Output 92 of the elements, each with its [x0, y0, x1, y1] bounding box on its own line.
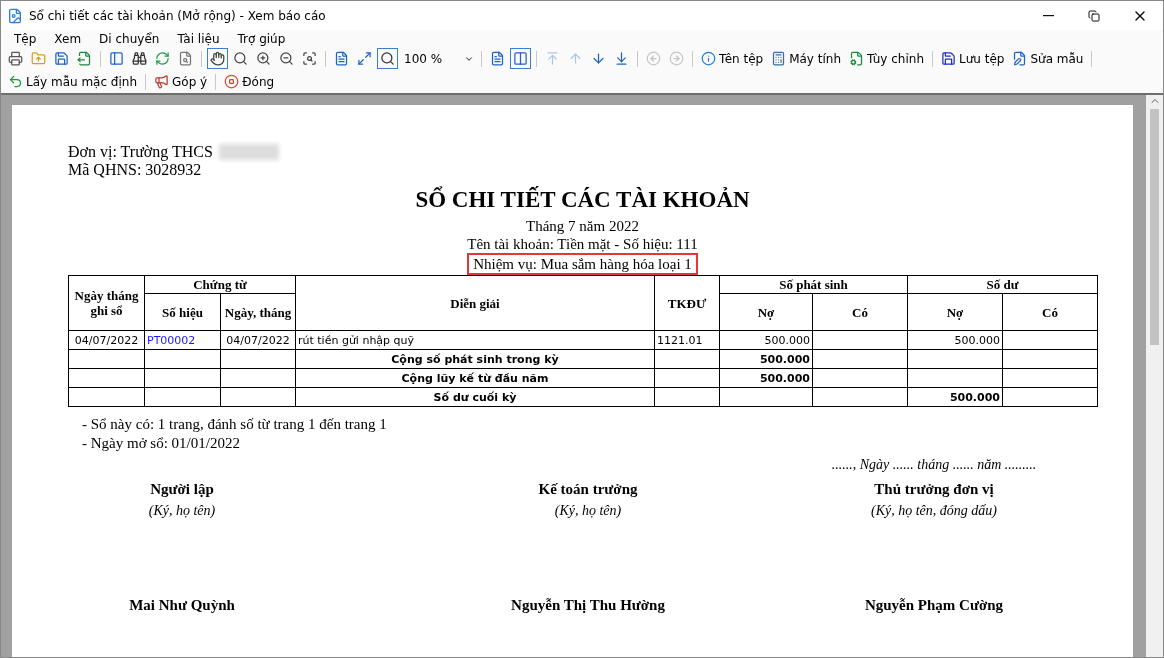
column-header: TKĐƯ — [654, 275, 720, 331]
toolbar-button[interactable]: Sửa mẫu — [1009, 48, 1087, 69]
megaphone-icon — [154, 74, 170, 89]
refresh-icon — [155, 51, 170, 66]
column-header: Số hiệu — [144, 293, 221, 331]
calculator-icon — [771, 51, 787, 66]
account-text: Tên tài khoản: Tiền mặt - Số hiệu: 111 — [467, 236, 698, 252]
toolbar-button[interactable]: Đóng — [221, 71, 278, 92]
date-line: ......, Ngày ...... tháng ...... năm ......... — [831, 457, 1037, 472]
note-text: - Sổ này có: 1 trang, đánh số từ trang 1 đến trang 1 — [82, 416, 387, 432]
column-header: Số phát sinh — [719, 275, 908, 294]
unit-text: Đơn vị: Trường THCS — [68, 143, 213, 161]
export-icon — [77, 51, 92, 66]
single-page-icon — [490, 51, 505, 66]
table-cell: 500.000 — [719, 368, 813, 388]
back-icon — [646, 51, 661, 66]
column-header: Nợ — [907, 293, 1003, 331]
column-header: Diễn giải — [295, 275, 655, 331]
table-cell: rút tiền gửi nhập quỹ — [295, 330, 655, 350]
toolbar-button[interactable]: Máy tính — [768, 48, 845, 69]
menu-item[interactable]: Di chuyển — [90, 31, 169, 46]
stop-icon — [224, 74, 240, 89]
voucher-link[interactable]: PT00002 — [144, 330, 221, 350]
toolbar-button[interactable]: Lưu tệp — [938, 48, 1008, 69]
blurred-text — [218, 144, 279, 160]
menu-item[interactable]: Trợ giúp — [228, 31, 295, 46]
menu-item[interactable]: Xem — [45, 31, 91, 46]
period-text: Tháng 7 năm 2022 — [526, 218, 639, 234]
restore-icon — [1088, 9, 1100, 22]
toolbar-button[interactable]: Góp ý — [151, 71, 211, 92]
column-header: Số dư — [907, 275, 1098, 294]
document-search-icon — [178, 51, 193, 66]
signature-hint: (Ký, họ tên, đóng dấu) — [871, 502, 997, 520]
table-cell: 500.000 — [907, 387, 1003, 407]
budget-code-text: Mã QHNS: 3028932 — [68, 161, 202, 179]
info-icon — [701, 51, 716, 66]
column-header: Nợ — [719, 293, 813, 331]
table-cell: 04/07/2022 — [220, 330, 296, 350]
table-cell: Số dư cuối kỳ — [295, 387, 655, 407]
undo-icon — [8, 74, 23, 89]
signer-role: Thủ trưởng đơn vị — [874, 480, 994, 499]
note-text: - Ngày mở sổ: 01/01/2022 — [82, 435, 240, 451]
toolbar-button[interactable]: Lấy mẫu mặc định — [5, 71, 141, 92]
down-arrow-icon — [591, 51, 606, 66]
report-title: SỔ CHI TIẾT CÁC TÀI KHOẢN — [415, 187, 750, 212]
column-header: Có — [1002, 293, 1098, 331]
toolbar-button[interactable]: Tên tệp — [698, 48, 767, 69]
printer-icon — [8, 51, 23, 66]
minimize-icon — [1042, 14, 1054, 17]
save-icon — [54, 51, 69, 66]
zoom-area-icon — [302, 51, 317, 66]
window-title: Sổ chi tiết các tài khoản (Mở rộng) - Xem báo cáo — [29, 8, 327, 23]
scrollbar[interactable] — [1146, 95, 1163, 657]
signer-name: Nguyễn Phạm Cường — [864, 597, 1004, 614]
table-cell: 500.000 — [907, 330, 1003, 350]
document-settings-icon — [849, 51, 865, 66]
signer-name: Mai Như Quỳnh — [129, 597, 235, 614]
task-text: Nhiệm vụ: Mua sắm hàng hóa loại 1 — [467, 253, 698, 275]
menu-item[interactable]: Tệp — [5, 31, 46, 46]
last-page-icon — [614, 51, 629, 66]
hand-icon — [210, 51, 225, 66]
toolbar-button[interactable]: Tùy chỉnh — [846, 48, 927, 69]
signer-role: Kế toán trưởng — [538, 480, 638, 499]
save-icon — [941, 51, 956, 66]
table-cell: 04/07/2022 — [68, 330, 145, 350]
table-cell: Cộng lũy kế từ đầu năm — [295, 368, 655, 388]
signature-hint: (Ký, họ tên) — [148, 502, 216, 520]
table-cell: 500.000 — [719, 349, 813, 369]
menu-item[interactable]: Tài liệu — [168, 31, 229, 46]
table-cell: 1121.01 — [654, 330, 720, 350]
column-header: Có — [812, 293, 908, 331]
zoom-out-icon — [279, 51, 294, 66]
edit-document-icon — [1012, 51, 1028, 66]
zoom-icon — [233, 51, 248, 66]
zoom-in-icon — [256, 51, 271, 66]
table-cell — [654, 368, 720, 388]
signer-role: Người lập — [150, 480, 214, 499]
table-cell — [654, 349, 720, 369]
forward-icon — [669, 51, 684, 66]
column-header: Chứng từ — [144, 275, 296, 294]
table-cell — [654, 387, 720, 407]
first-page-icon — [545, 51, 560, 66]
hand-button[interactable] — [207, 48, 228, 69]
table-cell: 500.000 — [719, 330, 813, 350]
signer-name: Nguyễn Thị Thu Hường — [511, 597, 665, 614]
column-header: Ngày tháng ghi sổ — [68, 275, 145, 331]
table-cell: Cộng số phát sinh trong kỳ — [295, 349, 655, 369]
folder-icon — [31, 51, 46, 66]
binoculars-icon — [132, 51, 147, 66]
scroll-thumb[interactable] — [1150, 109, 1159, 345]
app-icon — [7, 7, 23, 24]
signature-hint: (Ký, họ tên) — [554, 502, 622, 520]
